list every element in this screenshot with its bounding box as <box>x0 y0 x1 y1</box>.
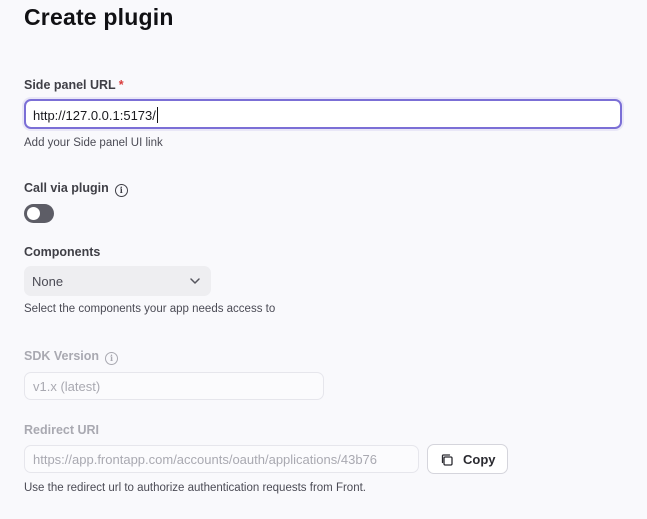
redirect-uri-help: Use the redirect url to authorize authen… <box>24 482 366 494</box>
side-panel-url-label: Side panel URL * <box>24 78 124 92</box>
toggle-knob <box>27 207 40 220</box>
required-marker: * <box>118 78 124 92</box>
components-select[interactable]: None <box>24 266 211 296</box>
side-panel-url-value[interactable]: http://127.0.0.1:5173/ <box>33 107 158 123</box>
redirect-uri-label: Redirect URI <box>24 423 100 437</box>
chevron-down-icon <box>190 278 200 284</box>
call-via-plugin-toggle[interactable] <box>24 204 54 223</box>
info-icon[interactable]: i <box>114 184 128 197</box>
side-panel-url-help: Add your Side panel UI link <box>24 137 163 149</box>
sdk-version-input[interactable]: v1.x (latest) <box>24 372 324 400</box>
text-caret <box>156 107 158 123</box>
copy-button[interactable]: Copy <box>427 444 508 474</box>
components-help: Select the components your app needs acc… <box>24 303 276 315</box>
call-via-plugin-label-text: Call via plugin <box>24 181 109 195</box>
redirect-uri-input[interactable]: https://app.frontapp.com/accounts/oauth/… <box>24 445 419 473</box>
components-selected-value: None <box>32 274 64 289</box>
side-panel-url-label-text: Side panel URL <box>24 78 116 92</box>
side-panel-url-input[interactable]: http://127.0.0.1:5173/ <box>24 99 622 129</box>
sdk-version-placeholder: v1.x (latest) <box>33 379 101 394</box>
copy-button-label: Copy <box>463 452 496 467</box>
page-title: Create plugin <box>24 4 174 30</box>
sdk-version-label-text: SDK Version <box>24 349 100 363</box>
info-icon[interactable]: i <box>105 352 119 365</box>
sdk-version-label: SDK Version i <box>24 349 119 365</box>
call-via-plugin-label: Call via plugin i <box>24 181 128 197</box>
copy-icon <box>441 454 453 466</box>
redirect-uri-value: https://app.frontapp.com/accounts/oauth/… <box>33 452 378 467</box>
components-label: Components <box>24 245 101 259</box>
